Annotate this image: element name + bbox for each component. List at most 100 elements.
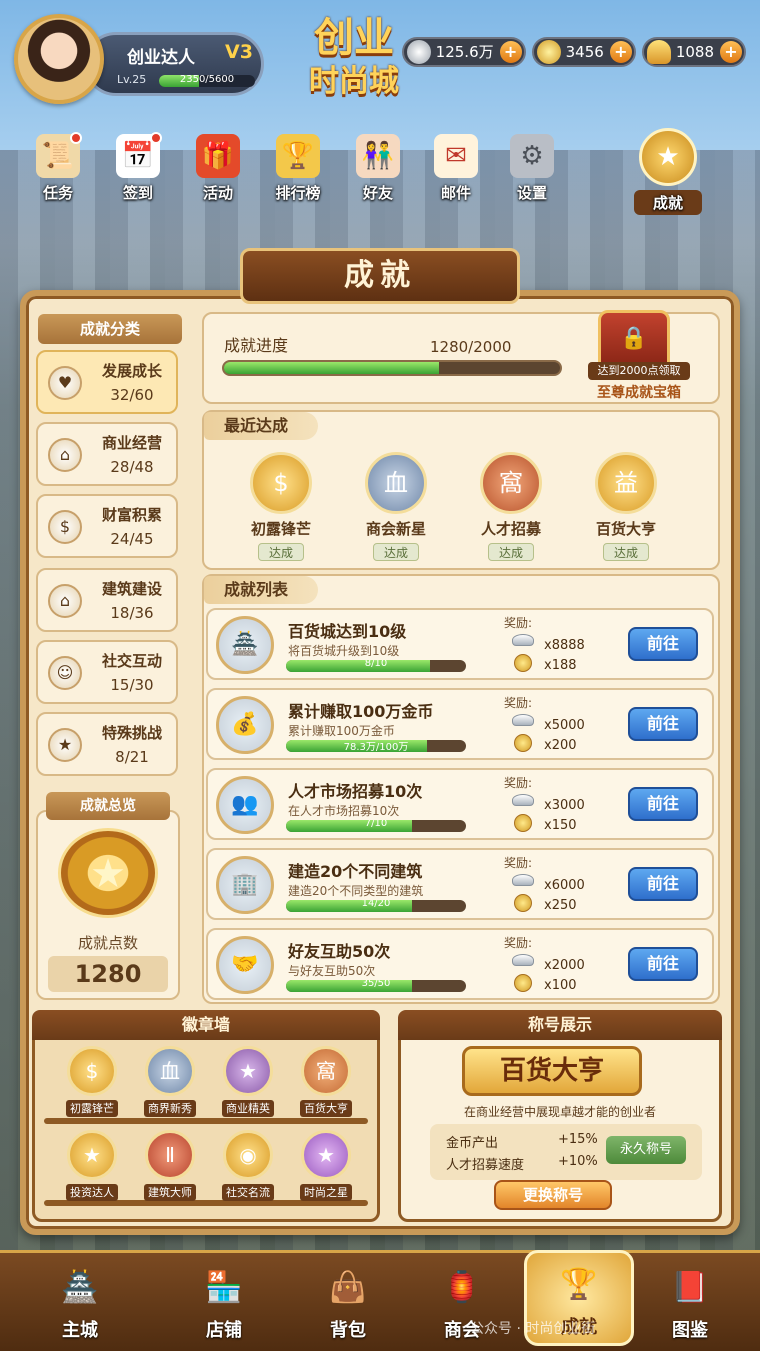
add-silver-button[interactable]: + — [499, 41, 522, 63]
bottom-nav-codex[interactable]: 📕 图鉴 — [640, 1256, 740, 1348]
nav-achievements[interactable]: ★ 成就 — [634, 128, 702, 215]
recent-name: 初露锋芒 — [250, 520, 311, 538]
category-name: 特殊挑战 — [101, 724, 162, 742]
progress-value: 1280/2000 — [430, 338, 512, 356]
add-gold-button[interactable]: + — [609, 41, 632, 63]
go-button[interactable]: 前往 — [628, 707, 698, 741]
row-progress-bar: 7/10 — [286, 820, 466, 832]
bottom-nav-shop[interactable]: 🏪 店铺 — [174, 1256, 274, 1348]
nav-checkin[interactable]: 📅 签到 — [106, 130, 170, 210]
nav-mail[interactable]: ✉ 邮件 — [424, 130, 488, 210]
achievement-row: 💰 累计赚取100万金币 累计赚取100万金币 78.3万/100万 奖励: x… — [206, 688, 714, 760]
badge[interactable]: ★ 投资达人 — [56, 1130, 128, 1206]
chest-note: 达到2000点领取 — [588, 362, 690, 380]
currency-gold[interactable]: 3456 + — [531, 37, 636, 67]
recent-name: 人才招募 — [480, 520, 541, 538]
stat-name: 金币产出 — [446, 1136, 499, 1151]
title-display-heading: 称号展示 — [398, 1010, 722, 1040]
bottom-nav-main-city[interactable]: 🏯 主城 — [30, 1256, 130, 1348]
shop-awning-icon: 🏪 — [205, 1270, 243, 1305]
player-profile[interactable]: 创业达人 V3 Lv.25 2350/5600 — [14, 14, 264, 104]
gift-icon: 🎁 — [196, 134, 240, 178]
nav-mail-label: 邮件 — [440, 184, 471, 202]
badge-label: 建筑大师 — [144, 1184, 196, 1201]
people-icon: ☺ — [48, 656, 82, 690]
currency-ingot[interactable]: 1088 + — [641, 37, 746, 67]
badge[interactable]: 窩 百货大亨 — [290, 1046, 362, 1122]
category-wealth[interactable]: $ 财富积累 24/45 — [36, 494, 178, 558]
row-progress-bar: 35/50 — [286, 980, 466, 992]
row-desc: 与好友互助50次 — [288, 964, 376, 978]
badge[interactable]: Ⅱ 建筑大师 — [134, 1130, 206, 1206]
current-title: 百货大亨 — [462, 1046, 642, 1096]
badge-label: 投资达人 — [66, 1184, 118, 1201]
overview-heading: 成就总览 — [46, 792, 170, 820]
achievement-row: 🤝 好友互助50次 与好友互助50次 35/50 奖励: x2000 x100 … — [206, 928, 714, 1000]
category-count: 15/30 — [110, 676, 154, 694]
nav-friends[interactable]: 👫 好友 — [346, 130, 410, 210]
silver-ingot-icon — [512, 954, 534, 966]
recent-item[interactable]: 益 百货大亨 达成 — [571, 442, 681, 561]
reward-silver: x5000 — [544, 718, 585, 733]
points-value: 1280 — [48, 956, 168, 992]
badge[interactable]: ◉ 社交名流 — [212, 1130, 284, 1206]
badge[interactable]: ★ 时尚之星 — [290, 1130, 362, 1206]
category-challenge[interactable]: ★ 特殊挑战 8/21 — [36, 712, 178, 776]
logo-line2: 时尚城 — [309, 64, 399, 99]
go-button[interactable]: 前往 — [628, 627, 698, 661]
category-building[interactable]: ⌂ 建筑建设 18/36 — [36, 568, 178, 632]
reward-silver: x3000 — [544, 798, 585, 813]
currency-silver[interactable]: 125.6万 + — [401, 37, 526, 67]
add-ingot-button[interactable]: + — [720, 41, 742, 63]
badge-label: 百货大亨 — [300, 1100, 352, 1117]
gold-coin-icon — [514, 814, 532, 832]
category-heading: 成就分类 — [38, 314, 182, 344]
reward-label: 奖励: — [504, 696, 533, 710]
gold-coin-icon — [514, 894, 532, 912]
money-bag-icon: $ — [48, 510, 82, 544]
recent-status: 达成 — [372, 543, 419, 561]
go-button[interactable]: 前往 — [628, 947, 698, 981]
profile-bar: 创业达人 V3 Lv.25 2350/5600 — [84, 32, 264, 96]
star-icon: ★ — [48, 728, 82, 762]
invest-badge-icon: ★ — [67, 1130, 117, 1180]
palace-icon: 🏯 — [61, 1270, 99, 1305]
coin-medal-icon: $ — [250, 452, 312, 514]
watermark: 公众号 · 时尚创业街 — [470, 1321, 596, 1337]
guild-medal-icon: 血 — [365, 452, 427, 514]
fashion-badge-icon: ★ — [301, 1130, 351, 1180]
treasure-chest-icon[interactable]: 🔒 — [598, 310, 670, 368]
nav-settings[interactable]: ⚙ 设置 — [500, 130, 564, 210]
go-button[interactable]: 前往 — [628, 867, 698, 901]
chest-label: 至尊成就宝箱 — [597, 385, 681, 401]
avatar[interactable] — [14, 14, 104, 104]
bottom-nav-bag[interactable]: 👜 背包 — [298, 1256, 398, 1348]
nav-leaderboard[interactable]: 🏆 排行榜 — [266, 130, 330, 210]
go-button[interactable]: 前往 — [628, 787, 698, 821]
category-growth[interactable]: ♥ 发展成长 32/60 — [36, 350, 178, 414]
currency-ingot-value: 1088 — [675, 43, 714, 61]
category-social[interactable]: ☺ 社交互动 15/30 — [36, 640, 178, 704]
change-title-button[interactable]: 更换称号 — [494, 1180, 612, 1210]
reward-label: 奖励: — [504, 936, 533, 950]
nav-achievements-label: 成就 — [634, 190, 702, 215]
handshake-icon: 🤝 — [216, 936, 274, 994]
bottom-nav-label: 主城 — [62, 1320, 98, 1341]
recent-item[interactable]: 血 商会新星 达成 — [341, 442, 451, 561]
badge[interactable]: 血 商界新秀 — [134, 1046, 206, 1122]
row-title: 好友互助50次 — [288, 942, 391, 961]
category-business[interactable]: ⌂ 商业经营 28/48 — [36, 422, 178, 486]
gold-coin-icon — [514, 734, 532, 752]
recent-item[interactable]: 窩 人才招募 达成 — [456, 442, 566, 561]
silver-coin-icon — [406, 40, 431, 64]
badge[interactable]: ★ 商业精英 — [212, 1046, 284, 1122]
nav-tasks[interactable]: 📜 任务 — [26, 130, 90, 210]
badge[interactable]: $ 初露锋芒 — [56, 1046, 128, 1122]
notification-dot — [70, 132, 82, 144]
recent-name: 商会新星 — [365, 520, 426, 538]
currency-gold-value: 3456 — [565, 43, 604, 61]
friends-icon: 👫 — [356, 134, 400, 178]
nav-events[interactable]: 🎁 活动 — [186, 130, 250, 210]
recent-item[interactable]: $ 初露锋芒 达成 — [226, 442, 336, 561]
badge-label: 时尚之星 — [300, 1184, 352, 1201]
